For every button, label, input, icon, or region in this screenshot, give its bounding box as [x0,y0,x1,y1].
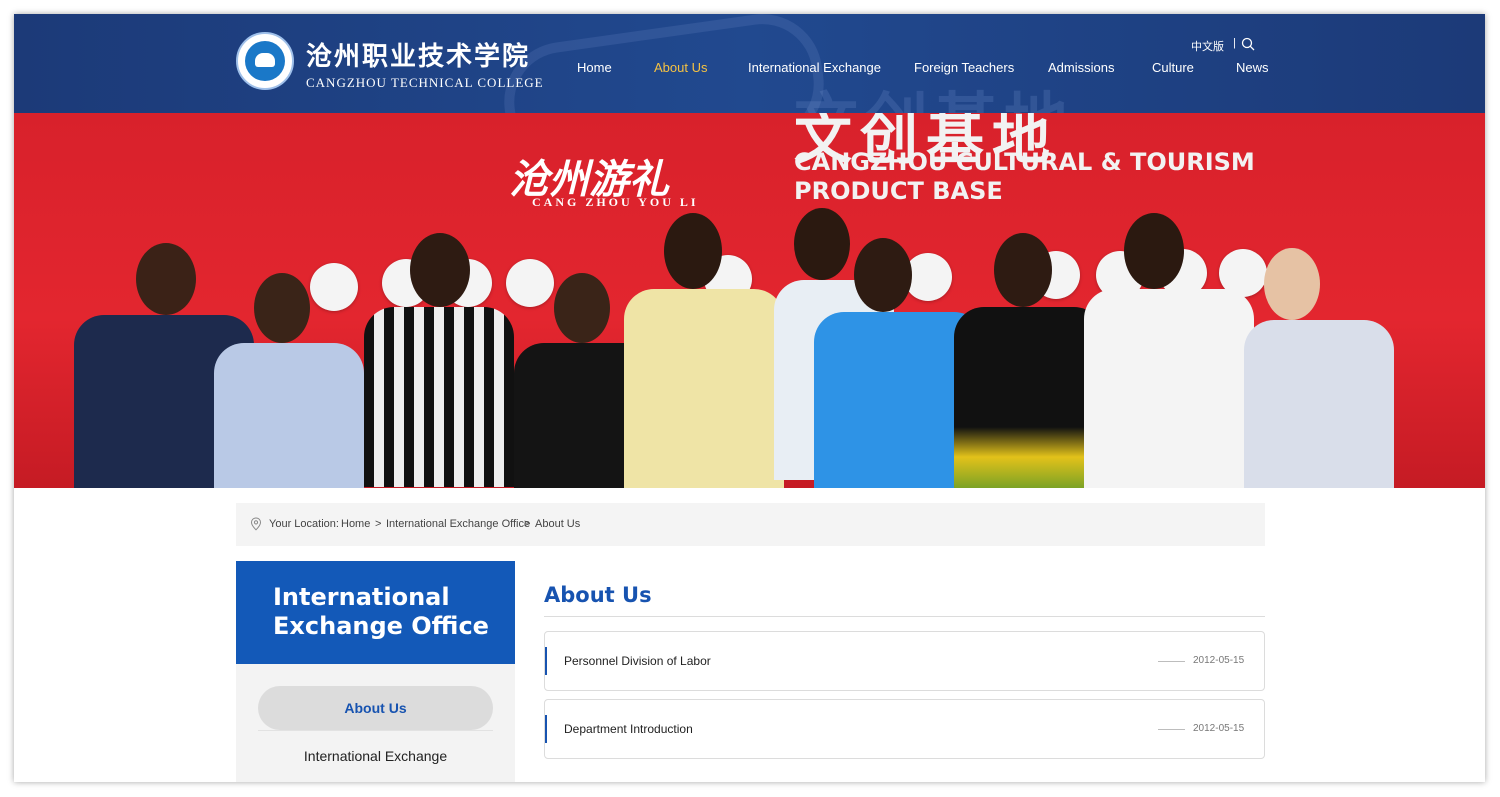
breadcrumb-separator: > [524,518,531,530]
nav-item-international-exchange[interactable]: International Exchange [748,60,881,75]
nav-item-news[interactable]: News [1236,60,1269,75]
hero-banner-image: 文创基地 沧州游礼 CANG ZHOU YOU LI CANGZHOU CULT… [14,113,1485,488]
article-title[interactable]: Personnel Division of Labor [564,654,711,668]
browser-page: 文创基地 沧州职业技术学院 CANGZHOU TECHNICAL COLLEGE… [14,14,1485,782]
nav-item-foreign-teachers[interactable]: Foreign Teachers [914,60,1014,75]
sidebar-menu: About Us International Exchange [236,664,515,782]
college-seal-logo[interactable] [236,32,294,90]
nav-item-about-us[interactable]: About Us [654,60,707,75]
row-accent-bar [545,715,547,743]
date-dash [1158,729,1185,730]
banner-title: CANGZHOU CULTURAL & TOURISM PRODUCT BASE [794,148,1255,206]
breadcrumb-current[interactable]: About Us [535,518,580,530]
breadcrumb-separator: > [375,518,382,530]
article-row[interactable]: Department Introduction 2012-05-15 [544,699,1265,759]
wall-badge [506,259,554,307]
wall-badge [310,263,358,311]
site-header: 文创基地 沧州职业技术学院 CANGZHOU TECHNICAL COLLEGE… [14,14,1485,113]
page-title: About Us [544,583,652,607]
article-date: 2012-05-15 [1193,655,1245,666]
breadcrumb-section-link[interactable]: International Exchange Office [386,518,530,530]
sidebar-title-line2: Exchange Office [273,612,489,640]
nav-item-home[interactable]: Home [577,60,612,75]
sidebar-title: International Exchange Office [273,583,489,641]
breadcrumb: Your Location: Home > International Exch… [236,503,1265,546]
sidebar-header: International Exchange Office [236,561,515,664]
chinese-version-link[interactable]: 中文版 [1191,38,1224,54]
header-separator: | [1233,37,1236,49]
sidebar-item-international-exchange[interactable]: International Exchange [258,734,493,778]
sidebar-divider [258,730,493,731]
search-icon[interactable] [1241,37,1255,51]
header-watermark-text: 文创基地 [794,72,1074,113]
banner-sign-english: CANG ZHOU YOU LI [532,195,699,209]
date-dash [1158,661,1185,662]
row-accent-bar [545,647,547,675]
nav-item-admissions[interactable]: Admissions [1048,60,1114,75]
banner-title-line1: CANGZHOU CULTURAL & TOURISM [794,148,1255,176]
location-pin-icon [250,517,262,531]
banner-title-line2: PRODUCT BASE [794,177,1003,205]
sidebar-title-line1: International [273,583,450,611]
article-title[interactable]: Department Introduction [564,722,693,736]
sidebar-item-about-us[interactable]: About Us [258,686,493,730]
breadcrumb-label: Your Location: [269,518,339,530]
title-divider [544,616,1265,617]
logo-english-name[interactable]: CANGZHOU TECHNICAL COLLEGE [306,75,544,91]
nav-item-culture[interactable]: Culture [1152,60,1194,75]
article-date: 2012-05-15 [1193,723,1245,734]
logo-chinese-name[interactable]: 沧州职业技术学院 [306,36,530,73]
article-row[interactable]: Personnel Division of Labor 2012-05-15 [544,631,1265,691]
breadcrumb-home-link[interactable]: Home [341,518,370,530]
